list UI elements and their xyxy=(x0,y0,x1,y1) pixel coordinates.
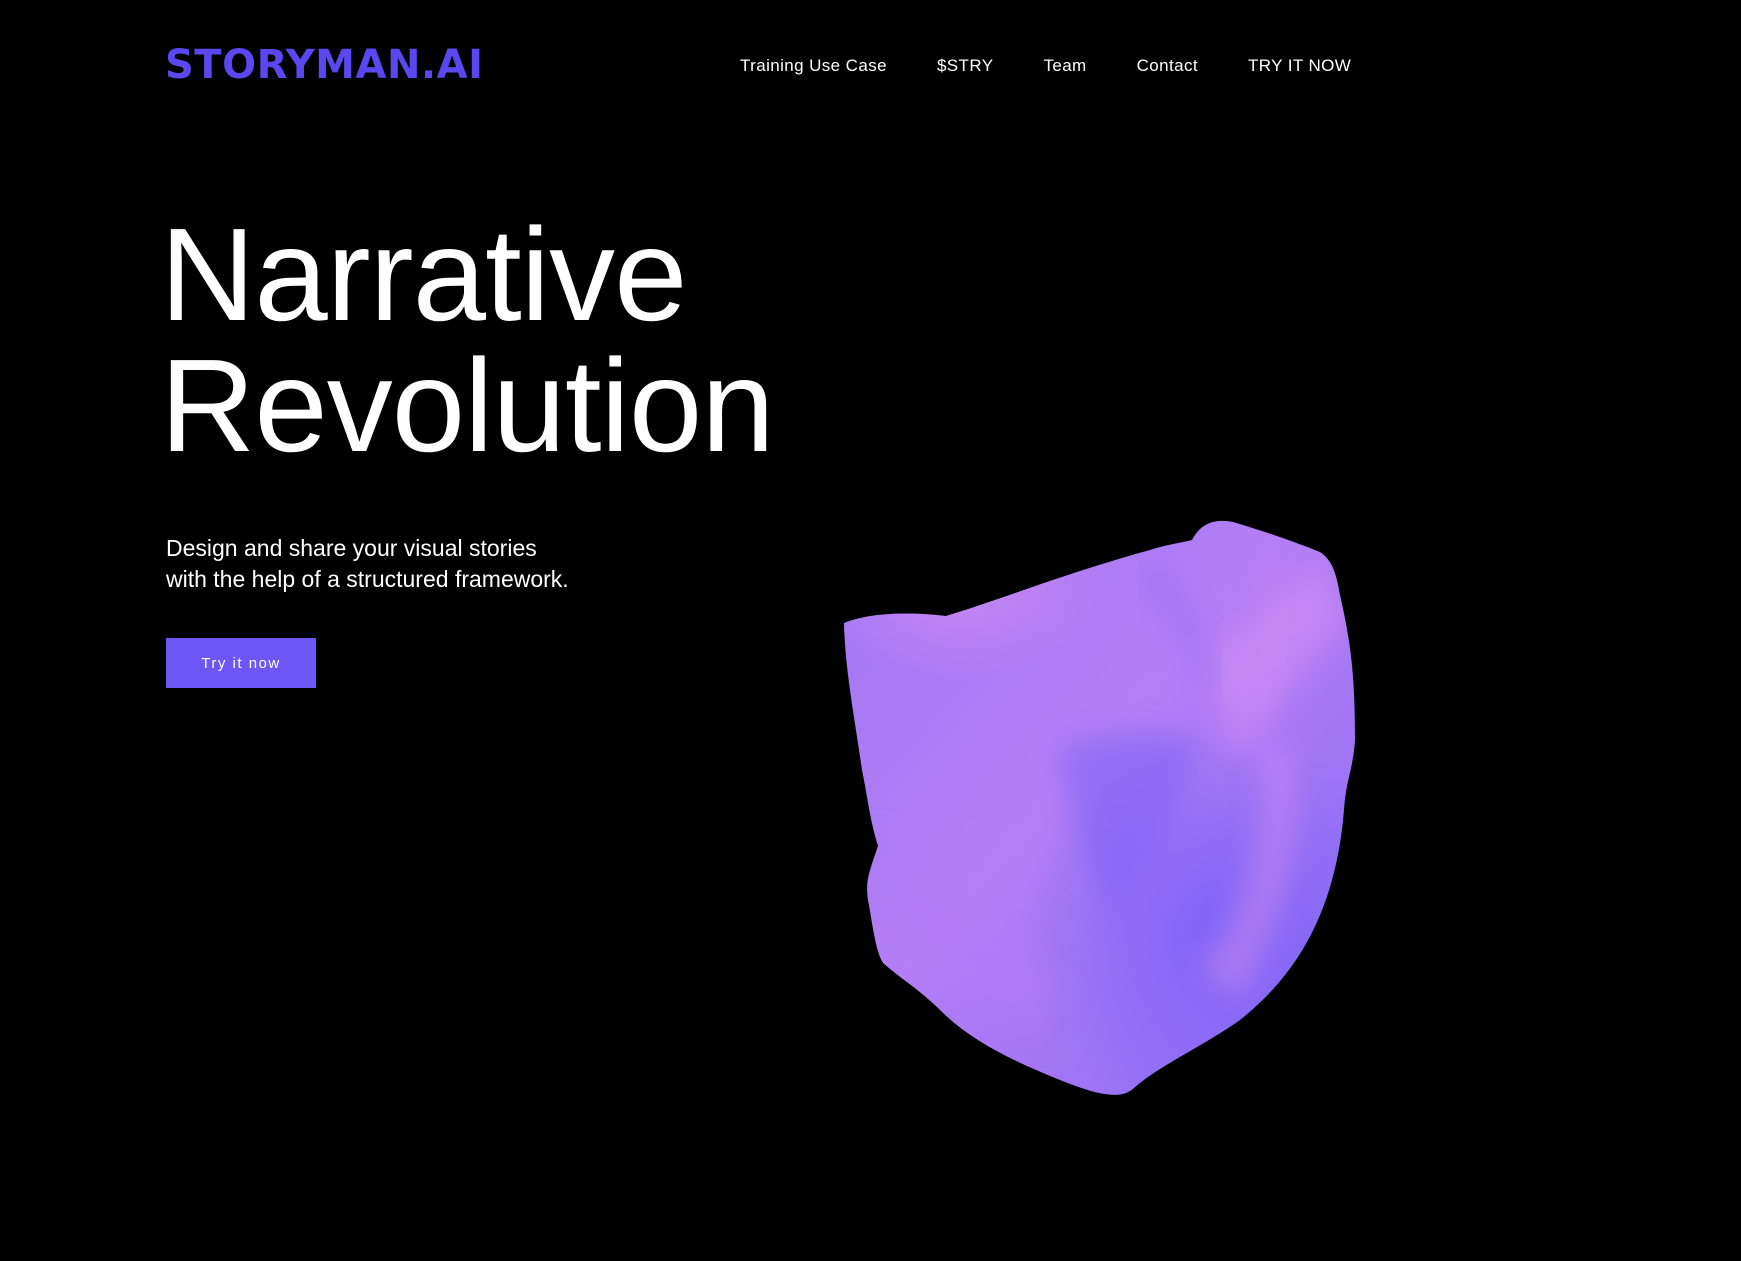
hero-subtitle-line: Design and share your visual stories xyxy=(166,535,537,561)
nav-item: Training Use Case xyxy=(740,54,887,78)
hero-title: Narrative Revolution xyxy=(160,201,775,479)
nav-link-team[interactable]: Team xyxy=(1043,56,1086,75)
nav-item: Team xyxy=(1043,54,1086,78)
nav-link-training-use-case[interactable]: Training Use Case xyxy=(740,56,887,75)
hero-subtitle-line: with the help of a structured framework. xyxy=(166,566,569,592)
nav-link-try-it-now[interactable]: TRY IT NOW xyxy=(1248,56,1351,75)
purple-cloth-blob-graphic xyxy=(844,520,1355,1095)
try-it-now-button[interactable]: Try it now xyxy=(166,638,316,688)
nav-item: TRY IT NOW xyxy=(1248,54,1351,78)
nav-link-stry[interactable]: $STRY xyxy=(937,56,994,75)
nav-item: Contact xyxy=(1137,54,1198,78)
hero-title-line: Revolution xyxy=(160,332,775,479)
nav-item: $STRY xyxy=(937,54,994,78)
hero-title-line: Narrative xyxy=(160,201,687,348)
nav-list: Training Use Case $STRY Team Contact TRY… xyxy=(740,54,1351,78)
hero-subtitle: Design and share your visual stories wit… xyxy=(166,533,569,595)
nav-link-contact[interactable]: Contact xyxy=(1137,56,1198,75)
logo[interactable]: STORYMAN.AI xyxy=(165,40,483,90)
